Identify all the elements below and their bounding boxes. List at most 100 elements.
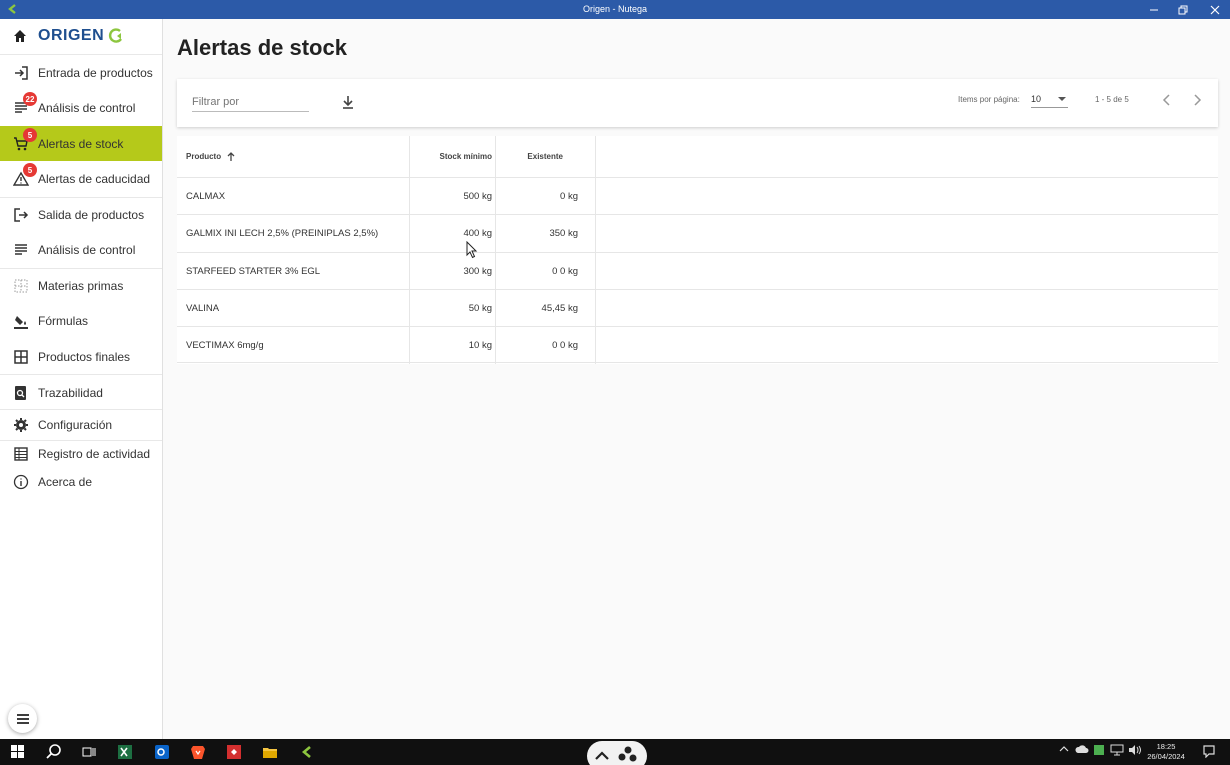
mouse-cursor-icon: [466, 241, 478, 259]
header-stock-minimo[interactable]: Stock mínimo: [409, 136, 492, 177]
sidebar-item-alertas-stock[interactable]: 5 Alertas de stock: [0, 126, 162, 161]
screen-share-icon: [595, 746, 637, 762]
header-existente[interactable]: Existente: [495, 136, 563, 177]
restore-icon: [1178, 5, 1188, 14]
sidebar-item-label: Configuración: [38, 418, 113, 432]
page-size-value: 10: [1031, 94, 1042, 104]
sidebar-item-analisis-control-2[interactable]: Análisis de control: [0, 232, 162, 267]
grid-icon: [12, 348, 30, 366]
network-icon[interactable]: [1110, 744, 1124, 758]
taskbar-excel[interactable]: [116, 743, 134, 761]
info-icon: [12, 473, 30, 491]
menu-icon: [16, 713, 29, 724]
anydesk-icon: [227, 745, 241, 759]
filter-toolbar: Items por página: 10 1 - 5 de 5: [177, 79, 1218, 127]
filter-input[interactable]: [192, 93, 309, 112]
sidebar-item-trazabilidad[interactable]: Trazabilidad: [0, 375, 162, 410]
taskbar-brave[interactable]: [189, 743, 207, 761]
sidebar-item-alertas-caducidad[interactable]: 5 Alertas de caducidad: [0, 161, 162, 196]
notification-badge: 22: [23, 92, 37, 106]
taskbar-file-explorer[interactable]: [261, 743, 279, 761]
task-view-icon: [82, 747, 96, 757]
previous-page-button[interactable]: [1158, 91, 1176, 109]
taskbar-clock[interactable]: 18:25 26/04/2024: [1146, 742, 1186, 762]
sidebar-item-acerca-de[interactable]: Acerca de: [0, 468, 162, 496]
stock-alerts-table: Producto Stock mínimo Existente CALMAX 5…: [177, 136, 1218, 364]
sidebar: ORIGEN Entrada de productos 22 Análisis …: [0, 19, 163, 739]
cell-existente: 0 0 kg: [552, 340, 578, 351]
sidebar-item-label: Análisis de control: [38, 242, 136, 257]
sidebar-item-productos-finales[interactable]: Productos finales: [0, 339, 162, 374]
sidebar-item-salida-productos[interactable]: Salida de productos: [0, 197, 162, 232]
page-title: Alertas de stock: [177, 35, 347, 60]
cloud-icon[interactable]: [1075, 744, 1089, 756]
window-title: Origen - Nutega: [582, 4, 648, 14]
sidebar-item-entrada-productos[interactable]: Entrada de productos: [0, 55, 162, 90]
next-page-button[interactable]: [1188, 91, 1206, 109]
restore-button[interactable]: [1166, 0, 1200, 19]
table-row[interactable]: CALMAX 500 kg 0 kg: [177, 177, 1218, 214]
home-icon: [14, 30, 26, 42]
notifications-icon[interactable]: [1202, 744, 1216, 760]
sidebar-item-label: Registro de actividad: [38, 447, 151, 461]
page-size-select[interactable]: 10: [1031, 91, 1068, 108]
window-titlebar: Origen - Nutega: [0, 0, 1230, 19]
close-window-button[interactable]: [1198, 0, 1230, 19]
sidebar-header[interactable]: ORIGEN: [0, 19, 162, 55]
brand-logo: ORIGEN: [38, 27, 105, 44]
cell-existente: 0 0 kg: [552, 266, 578, 277]
taskbar-search-button[interactable]: [45, 743, 63, 761]
grid-dotted-icon: [12, 277, 30, 295]
sidebar-item-formulas[interactable]: Fórmulas: [0, 303, 162, 338]
chevron-left-icon: [1162, 94, 1170, 106]
menu-toggle-button[interactable]: [8, 704, 37, 733]
start-button[interactable]: [9, 743, 27, 761]
cell-producto: VALINA: [186, 303, 220, 314]
cell-stock-minimo: 300 kg: [463, 266, 492, 277]
sidebar-item-label: Alertas de stock: [38, 136, 124, 151]
windows-logo-icon: [11, 745, 24, 758]
taskbar-origen[interactable]: [298, 743, 316, 761]
cell-producto: STARFEED STARTER 3% EGL: [186, 266, 321, 277]
list-icon: [12, 241, 30, 259]
sidebar-item-materias-primas[interactable]: Materias primas: [0, 268, 162, 303]
items-per-page-label: Items por página:: [958, 95, 1020, 104]
screen-share-widget[interactable]: [587, 741, 647, 765]
table-row[interactable]: STARFEED STARTER 3% EGL 300 kg 0 0 kg: [177, 252, 1218, 289]
pagination-range: 1 - 5 de 5: [1095, 95, 1129, 104]
excel-icon: [118, 745, 132, 759]
sidebar-item-label: Trazabilidad: [38, 385, 103, 400]
sidebar-item-label: Acerca de: [38, 475, 93, 489]
header-producto[interactable]: Producto: [186, 136, 236, 177]
volume-icon[interactable]: [1128, 744, 1142, 758]
tray-chevron-up-icon[interactable]: [1059, 744, 1069, 756]
clock-date: 26/04/2024: [1147, 752, 1185, 761]
download-icon[interactable]: [340, 94, 356, 110]
cell-existente: 45,45 kg: [541, 303, 578, 314]
login-icon: [12, 64, 30, 82]
sidebar-item-label: Salida de productos: [38, 207, 145, 222]
security-icon[interactable]: [1093, 744, 1105, 758]
taskbar-outlook[interactable]: [153, 743, 171, 761]
brave-browser-icon: [191, 746, 205, 759]
search-document-icon: [12, 384, 30, 402]
cell-stock-minimo: 10 kg: [468, 340, 492, 351]
taskbar-app-red[interactable]: [225, 743, 243, 761]
sidebar-item-configuracion[interactable]: Configuración: [0, 410, 162, 440]
table-row[interactable]: GALMIX INI LECH 2,5% (PREINIPLAS 2,5%) 4…: [177, 214, 1218, 251]
cell-producto: GALMIX INI LECH 2,5% (PREINIPLAS 2,5%): [186, 228, 379, 239]
notification-badge: 5: [23, 128, 37, 142]
minimize-icon: [1150, 9, 1158, 10]
cell-stock-minimo: 50 kg: [468, 303, 492, 314]
sidebar-item-label: Alertas de caducidad: [38, 171, 151, 186]
folder-icon: [263, 748, 277, 758]
paint-bucket-icon: [12, 312, 30, 330]
sidebar-item-analisis-control[interactable]: 22 Análisis de control: [0, 90, 162, 125]
sidebar-item-registro-actividad[interactable]: Registro de actividad: [0, 440, 162, 468]
cell-stock-minimo: 400 kg: [463, 228, 492, 239]
origen-app-icon: [301, 746, 311, 758]
table-row[interactable]: VECTIMAX 6mg/g 10 kg 0 0 kg: [177, 326, 1218, 363]
sidebar-item-label: Entrada de productos: [38, 65, 153, 80]
table-row[interactable]: VALINA 50 kg 45,45 kg: [177, 289, 1218, 326]
task-view-button[interactable]: [80, 743, 98, 761]
